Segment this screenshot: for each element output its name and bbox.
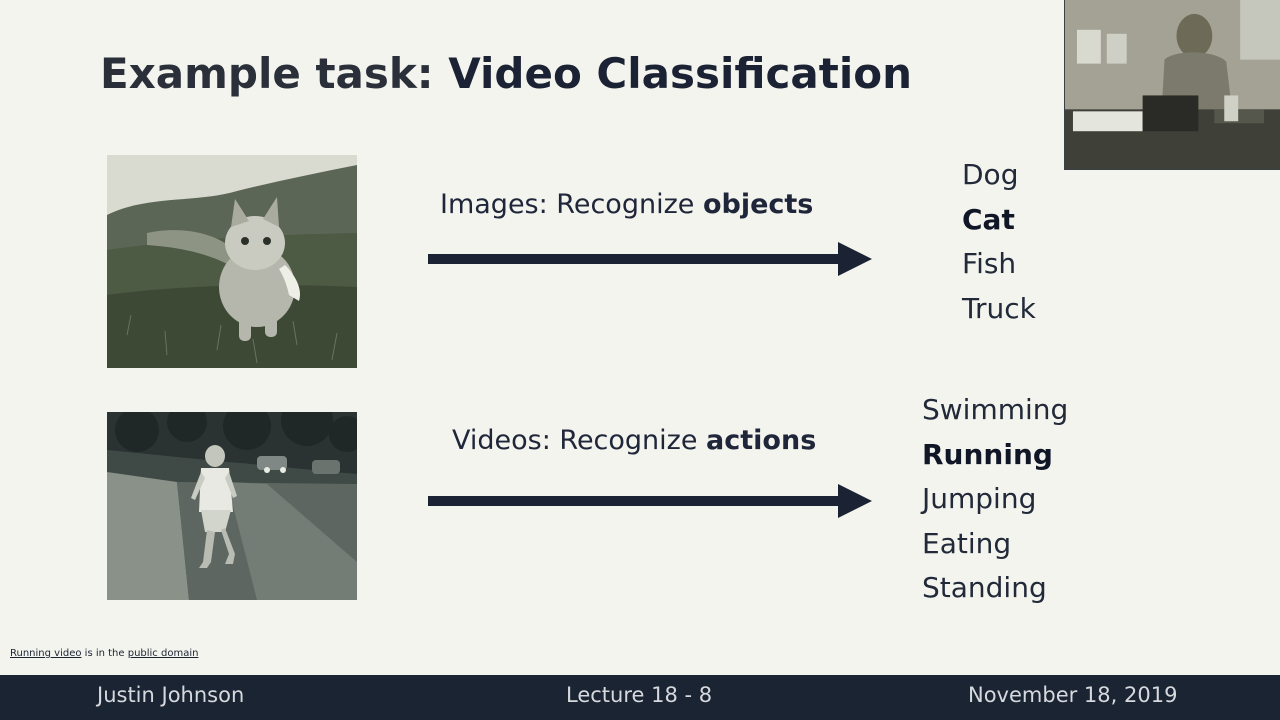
object-label-fish: Fish xyxy=(962,247,1017,280)
public-domain-link[interactable]: public domain xyxy=(128,648,199,659)
title-emphasis: Video Classification xyxy=(448,49,912,98)
webcam-overlay xyxy=(1064,0,1280,170)
running-photo-illustration xyxy=(107,412,357,600)
cat-photo xyxy=(107,155,357,368)
images-caption-bold: objects xyxy=(702,189,814,220)
action-label-jumping: Jumping xyxy=(922,482,1037,515)
footer-lecture: Lecture 18 - 8 xyxy=(566,683,713,707)
videos-caption-prefix: Videos: Recognize xyxy=(452,425,707,456)
slide-title: Example task: Video Classification xyxy=(100,48,912,100)
object-label-truck: Truck xyxy=(962,291,1036,325)
images-arrow-icon xyxy=(428,242,872,276)
action-label-swimming: Swimming xyxy=(922,393,1069,426)
videos-caption-bold: actions xyxy=(706,425,817,456)
action-label-running: Running xyxy=(922,437,1053,471)
cat-photo-illustration xyxy=(107,155,357,368)
action-label-eating: Eating xyxy=(922,526,1012,560)
images-caption: Images: Recognize objects xyxy=(440,188,813,222)
running-video-link[interactable]: Running video xyxy=(10,648,81,659)
videos-arrow-icon xyxy=(428,484,872,518)
title-prefix: Example task: xyxy=(100,49,449,98)
object-label-cat: Cat xyxy=(962,202,1015,236)
image-credit: Running video is in the public domain xyxy=(10,648,198,659)
webcam-illustration xyxy=(1065,0,1280,169)
credit-middle-text: is in the xyxy=(81,648,128,659)
running-photo xyxy=(107,412,357,600)
slide: Example task: Video Classification Image… xyxy=(0,0,1280,680)
images-caption-prefix: Images: Recognize xyxy=(440,189,703,220)
action-label-list: Swimming Running Jumping Eating Standing xyxy=(922,388,1068,611)
object-label-dog: Dog xyxy=(962,158,1019,191)
slide-footer: Justin Johnson Lecture 18 - 8 November 1… xyxy=(0,675,1280,720)
videos-caption: Videos: Recognize actions xyxy=(452,424,816,458)
footer-date: November 18, 2019 xyxy=(968,683,1178,707)
action-label-standing: Standing xyxy=(922,571,1047,604)
object-label-list: Dog Cat Fish Truck xyxy=(962,153,1036,331)
footer-author: Justin Johnson xyxy=(97,683,245,707)
